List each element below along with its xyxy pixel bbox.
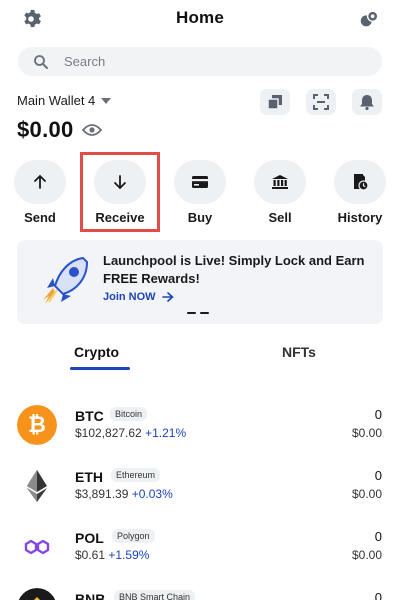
sell-label: Sell — [268, 210, 292, 225]
notifications-button[interactable] — [352, 89, 382, 115]
bank-icon — [272, 175, 288, 189]
bitcoin-icon: ₿ — [17, 405, 57, 445]
join-now-label: Join NOW — [103, 291, 156, 303]
banner-text: Launchpool is Live! Simply Lock and Earn… — [103, 253, 365, 286]
tab-crypto[interactable]: Crypto — [74, 344, 119, 360]
asset-value: $0.00 — [351, 426, 382, 440]
asset-tabs: Crypto NFTs — [0, 340, 400, 374]
chevron-down-icon — [101, 97, 112, 104]
receive-circle — [94, 160, 146, 204]
ethereum-icon — [27, 470, 47, 502]
asset-change: +1.59% — [108, 548, 150, 562]
asset-name-chip: BNB Smart Chain — [114, 590, 196, 600]
asset-value: $0.00 — [351, 548, 382, 562]
asset-value: $0.00 — [351, 487, 382, 501]
history-label: History — [337, 210, 383, 225]
arrow-right-icon — [161, 292, 174, 302]
eye-icon[interactable] — [81, 123, 102, 137]
arrow-down-icon — [114, 175, 126, 190]
list-item[interactable]: ₿ BTC Bitcoin $102,827.62 +1.21% 0 $0.00 — [0, 397, 400, 447]
connection-icon[interactable] — [358, 8, 380, 30]
list-item[interactable]: BNB BNB Smart Chain 0 — [0, 580, 400, 600]
buy-circle — [174, 160, 226, 204]
send-button[interactable]: Send — [5, 160, 75, 225]
asset-quantity: 0 — [374, 590, 382, 600]
join-now-link[interactable]: Join NOW — [103, 291, 174, 303]
balance-display: $0.00 — [17, 117, 102, 143]
rocket-icon — [43, 256, 89, 304]
history-circle — [334, 160, 386, 204]
asset-price: $102,827.62 +1.21% — [75, 426, 187, 440]
history-icon — [354, 174, 369, 191]
header: Home — [0, 0, 400, 40]
wallet-tools — [260, 89, 382, 115]
carousel-indicator — [187, 312, 209, 314]
asset-quantity: 0 — [374, 407, 382, 422]
active-tab-indicator — [70, 367, 130, 370]
scan-icon — [313, 94, 329, 110]
asset-symbol: ETH — [75, 469, 103, 485]
history-button[interactable]: History — [325, 160, 395, 225]
wallet-selector[interactable]: Main Wallet 4 — [17, 93, 112, 108]
scan-button[interactable] — [306, 89, 336, 115]
svg-text:₿: ₿ — [28, 412, 46, 437]
sell-button[interactable]: Sell — [245, 160, 315, 225]
buy-button[interactable]: Buy — [165, 160, 235, 225]
asset-name-chip: Ethereum — [111, 468, 161, 482]
search-bar[interactable] — [18, 47, 382, 76]
buy-label: Buy — [187, 210, 213, 225]
asset-change: +1.21% — [145, 426, 187, 440]
receive-button[interactable]: Receive — [85, 160, 155, 225]
polygon-icon — [24, 539, 50, 555]
tab-nfts[interactable]: NFTs — [282, 344, 316, 360]
search-input[interactable] — [64, 54, 344, 69]
asset-change: +0.03% — [131, 487, 173, 501]
asset-symbol: BTC — [75, 408, 104, 424]
asset-name-chip: Polygon — [112, 529, 155, 543]
arrow-up-icon — [34, 174, 46, 189]
asset-price: $0.61 +1.59% — [75, 548, 150, 562]
page-title: Home — [175, 8, 225, 27]
bnb-icon — [18, 588, 56, 600]
asset-symbol: POL — [75, 530, 104, 546]
bell-icon — [360, 95, 374, 111]
send-circle — [14, 160, 66, 204]
list-item[interactable]: POL Polygon $0.61 +1.59% 0 $0.00 — [0, 519, 400, 569]
balance-amount: $0.00 — [17, 117, 74, 142]
sell-circle — [254, 160, 306, 204]
copy-icon — [267, 95, 282, 110]
send-label: Send — [24, 210, 56, 225]
asset-symbol: BNB — [75, 591, 106, 600]
wallet-name: Main Wallet 4 — [17, 93, 96, 108]
asset-price: $3,891.39 +0.03% — [75, 487, 173, 501]
receive-label: Receive — [95, 210, 145, 225]
asset-quantity: 0 — [374, 529, 382, 544]
card-icon — [192, 176, 208, 188]
copy-button[interactable] — [260, 89, 290, 115]
promo-banner[interactable]: Launchpool is Live! Simply Lock and Earn… — [17, 240, 383, 324]
asset-quantity: 0 — [374, 468, 382, 483]
list-item[interactable]: ETH Ethereum $3,891.39 +0.03% 0 $0.00 — [0, 458, 400, 508]
asset-name-chip: Bitcoin — [110, 407, 148, 421]
search-icon — [34, 54, 48, 69]
